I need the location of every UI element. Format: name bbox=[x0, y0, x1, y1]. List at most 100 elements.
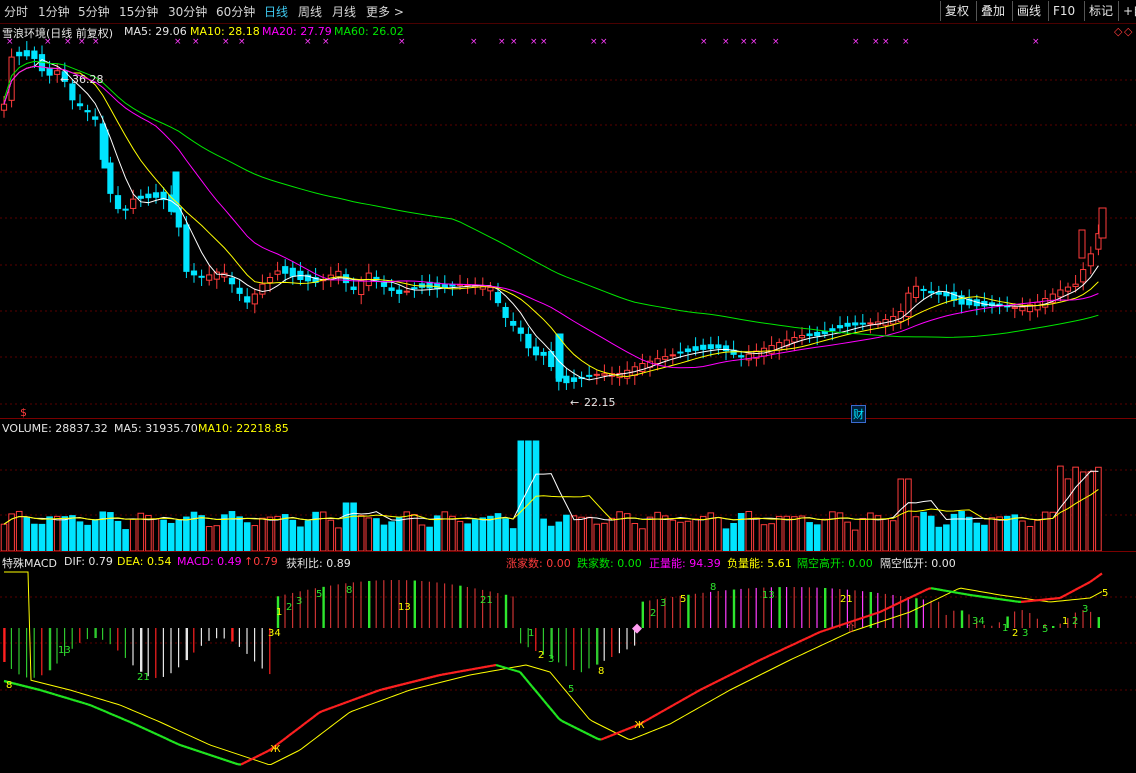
dif-line-segment bbox=[477, 666, 482, 670]
dif-line-segment bbox=[216, 756, 221, 760]
butterfly-icon: ж bbox=[634, 717, 645, 731]
volume-bar bbox=[487, 515, 494, 552]
dif-line-segment bbox=[108, 712, 113, 716]
dif-line-segment bbox=[693, 690, 698, 695]
dif-line-segment bbox=[375, 689, 380, 693]
dif-line-segment bbox=[87, 703, 92, 707]
candle-body bbox=[806, 333, 813, 337]
dif-line-segment bbox=[891, 603, 896, 608]
gap-up-open: 隔空高开: 0.00 bbox=[797, 557, 873, 570]
dif-line-segment bbox=[909, 595, 914, 599]
volume-bar bbox=[145, 515, 152, 552]
candle-body bbox=[586, 374, 593, 377]
volume-bar bbox=[1072, 466, 1079, 552]
dif-line-segment bbox=[357, 695, 362, 700]
finance-marker[interactable]: 财 bbox=[851, 405, 866, 423]
dif-line-segment bbox=[870, 612, 875, 617]
low-price-label: 22.15 bbox=[584, 396, 616, 409]
dif-line-segment bbox=[126, 719, 131, 724]
dif-line-segment bbox=[534, 689, 539, 695]
x-marker: × bbox=[174, 37, 182, 47]
candle-body bbox=[1098, 207, 1107, 239]
volume-bar bbox=[517, 440, 525, 552]
dif-line-segment bbox=[768, 653, 773, 657]
dif-line-segment bbox=[657, 711, 662, 715]
dif-line-segment bbox=[369, 691, 374, 695]
volume-bar bbox=[297, 526, 304, 552]
dif-line-segment bbox=[606, 734, 611, 739]
dif-line-segment bbox=[471, 667, 476, 671]
volume-bar bbox=[479, 517, 487, 552]
macd-bar bbox=[793, 587, 795, 628]
dollar-marker[interactable]: $ bbox=[20, 406, 27, 419]
dif-line-segment bbox=[807, 635, 812, 639]
dif-line-segment bbox=[423, 677, 428, 681]
dif-line-segment bbox=[600, 737, 605, 741]
volume-bar bbox=[509, 528, 517, 552]
dif-line-segment bbox=[96, 706, 101, 711]
dif-line-segment bbox=[735, 669, 740, 673]
macd-bar bbox=[1090, 611, 1092, 628]
macd-bar bbox=[223, 628, 225, 639]
dif-line-segment bbox=[780, 647, 785, 652]
dif-line-segment bbox=[744, 665, 749, 669]
dif-line-segment bbox=[468, 668, 473, 671]
dif-line-segment bbox=[831, 625, 836, 630]
fib-label: 34 bbox=[972, 616, 985, 627]
volume-bar bbox=[160, 519, 167, 552]
dif-line-segment bbox=[918, 590, 923, 595]
macd-bar bbox=[558, 628, 560, 663]
dif-line-segment bbox=[27, 685, 32, 689]
dif-line-segment bbox=[879, 609, 884, 613]
ma10-line bbox=[3, 65, 1099, 377]
volume-bar bbox=[669, 519, 677, 552]
volume-bar bbox=[350, 502, 357, 552]
dif-line-segment bbox=[1077, 585, 1082, 590]
dif-line-segment bbox=[753, 660, 758, 664]
x-marker: × bbox=[600, 37, 608, 47]
moving-average-lines bbox=[3, 58, 1099, 381]
dif-line-segment bbox=[795, 640, 800, 645]
candle-body bbox=[92, 116, 99, 120]
macd-bar bbox=[748, 588, 750, 628]
dif-line-segment bbox=[621, 728, 626, 733]
dif-line-segment bbox=[15, 682, 20, 686]
fib-label: 34 bbox=[268, 628, 281, 639]
dif-line-segment bbox=[282, 736, 287, 741]
macd-bar bbox=[1052, 625, 1055, 628]
dif-line-segment bbox=[1083, 582, 1088, 587]
candle-body bbox=[487, 286, 494, 292]
gap-down-open: 隔空低开: 0.00 bbox=[880, 557, 956, 570]
volume-bar bbox=[152, 518, 160, 552]
fib-label: 5 bbox=[1042, 624, 1048, 635]
dif-line-segment bbox=[537, 692, 542, 698]
macd-bar bbox=[596, 628, 599, 665]
macd-bar bbox=[603, 628, 605, 661]
dif-line-segment bbox=[783, 646, 788, 650]
volume-bar bbox=[692, 518, 699, 552]
candle-body bbox=[145, 193, 152, 199]
dif-line-segment bbox=[531, 685, 536, 691]
kline-chart[interactable]: × × × × × × × × × × × × × × × × × × × × × × × × × × × × × жж◆ ⇧ 81321… bbox=[0, 0, 1136, 773]
volume-bar bbox=[829, 511, 836, 552]
volume-bar bbox=[920, 511, 927, 552]
dif-line-segment bbox=[450, 671, 455, 675]
fib-label: 5 bbox=[680, 594, 686, 605]
macd-bar bbox=[71, 628, 73, 649]
dif-line-segment bbox=[489, 664, 494, 668]
dif-line-segment bbox=[168, 738, 173, 743]
candle-body bbox=[46, 67, 53, 76]
dif-line-segment bbox=[684, 695, 689, 700]
dif-line-segment bbox=[543, 700, 548, 706]
dif-line-segment bbox=[330, 705, 335, 709]
candle-body bbox=[494, 292, 502, 304]
macd-bar bbox=[991, 625, 993, 628]
x-marker: × bbox=[510, 37, 518, 47]
macd-bar bbox=[10, 628, 12, 669]
fib-label: 2 bbox=[538, 650, 544, 661]
macd-bar bbox=[862, 591, 864, 628]
candle-body bbox=[1087, 253, 1094, 267]
macd-bar bbox=[497, 593, 499, 628]
dif-line-segment bbox=[399, 683, 404, 687]
macd-bar bbox=[945, 614, 947, 628]
